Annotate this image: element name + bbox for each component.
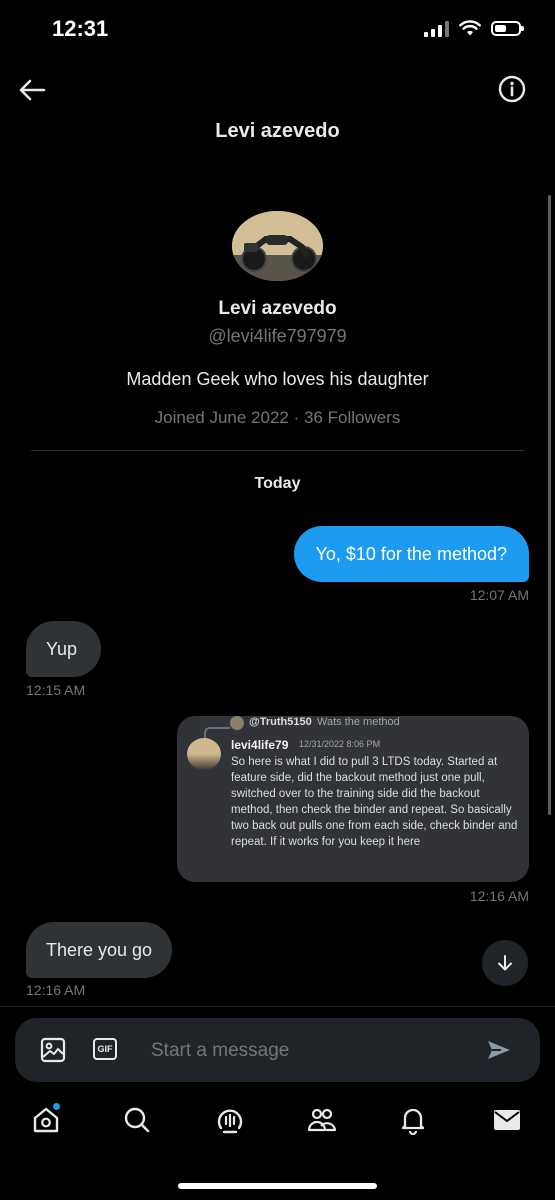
notifications-icon (401, 1108, 425, 1135)
status-time: 12:31 (52, 16, 109, 41)
reply-avatar (230, 716, 244, 730)
message-timestamp: 12:07 AM (469, 587, 529, 603)
message-input[interactable] (149, 1034, 453, 1068)
message-bubble-incoming[interactable]: Yup (26, 621, 101, 677)
day-label: Today (254, 475, 301, 492)
conversation-title: Levi azevedo (215, 120, 340, 142)
home-indicator[interactable] (178, 1183, 377, 1189)
message-author-avatar (187, 738, 221, 770)
message-body: So here is what I did to pull 3 LTDS tod… (231, 756, 518, 848)
profile-meta: Joined June 2022 · 36 Followers (154, 408, 401, 427)
reply-text: Wats the method (317, 716, 400, 728)
tab-communities[interactable] (302, 1100, 342, 1140)
divider (31, 450, 524, 451)
status-icons (424, 20, 524, 37)
spaces-icon (217, 1109, 243, 1134)
message-author: levi4life79 (231, 738, 289, 752)
tab-home[interactable] (26, 1100, 66, 1140)
messages-icon (494, 1110, 520, 1130)
send-icon[interactable] (485, 1036, 513, 1064)
notification-dot (53, 1103, 60, 1110)
search-icon (124, 1107, 150, 1133)
reply-username: @Truth5150 (249, 716, 312, 728)
tab-notifications[interactable] (393, 1100, 433, 1140)
gif-icon[interactable]: GIF (93, 1038, 117, 1060)
motorcycle-photo (232, 211, 323, 281)
battery-icon (491, 21, 524, 36)
info-icon[interactable] (497, 74, 527, 104)
wifi-icon (459, 20, 481, 36)
message-timestamp: 12:16 AM (469, 888, 529, 904)
tab-search[interactable] (117, 1100, 157, 1140)
bottom-tab-bar (0, 1100, 555, 1150)
back-arrow-icon[interactable] (16, 74, 48, 106)
tab-messages[interactable] (487, 1100, 527, 1140)
communities-icon (307, 1108, 337, 1132)
message-timestamp: 12:16 AM (26, 982, 86, 998)
profile-bio: Madden Geek who loves his daughter (126, 369, 429, 389)
message-date: 12/31/2022 8:06 PM (299, 739, 381, 749)
scroll-to-bottom-button[interactable] (482, 940, 528, 986)
message-timestamp: 12:15 AM (26, 682, 86, 698)
image-icon[interactable] (39, 1036, 67, 1064)
arrow-down-icon (498, 955, 512, 971)
message-composer: GIF (15, 1018, 540, 1082)
image-attachment[interactable]: @Truth5150 Wats the method levi4life79 1… (177, 716, 529, 882)
message-bubble-incoming[interactable]: There you go (26, 922, 173, 978)
profile-handle: @levi4life797979 (208, 326, 347, 346)
profile-name: Levi azevedo (218, 298, 337, 319)
avatar[interactable] (232, 211, 323, 281)
composer-divider (0, 1006, 555, 1007)
cellular-signal-icon (424, 20, 449, 37)
message-bubble-outgoing[interactable]: Yo, $10 for the method? (293, 526, 529, 582)
tab-spaces[interactable] (210, 1100, 250, 1140)
scrollbar[interactable] (548, 195, 551, 815)
